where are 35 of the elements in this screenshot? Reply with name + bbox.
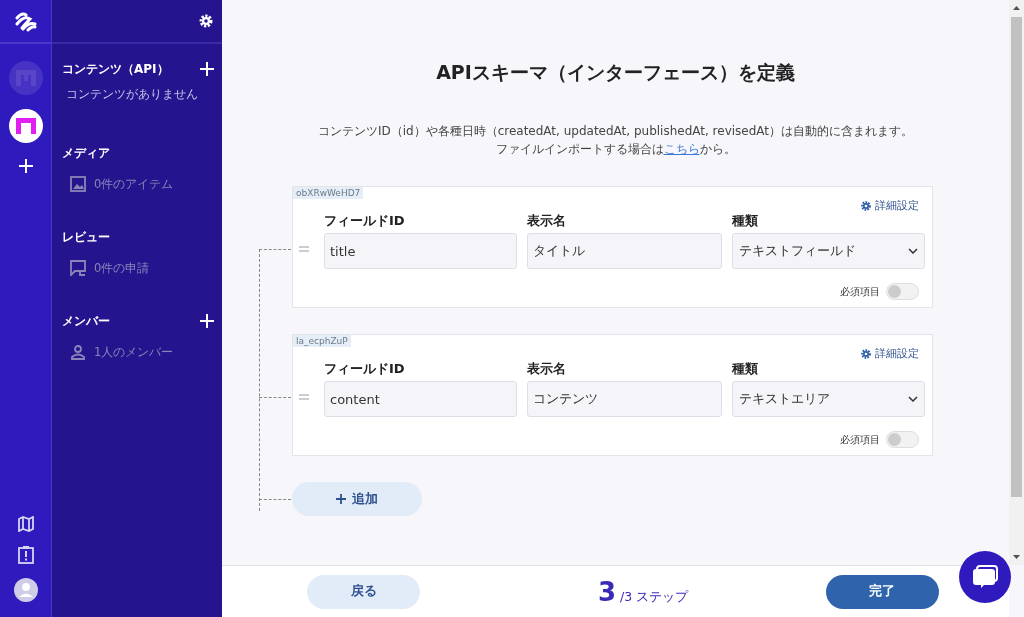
field-tag: obXRwWeHD7 <box>293 187 364 199</box>
back-button[interactable]: 戻る <box>307 574 420 609</box>
field-label: フィールドID <box>324 212 406 230</box>
section-title: コンテンツ（API） <box>62 60 169 78</box>
detail-settings-link[interactable]: 詳細設定 <box>860 198 919 213</box>
import-note: ファイルインポートする場合はこちらから。 <box>495 141 736 158</box>
type-dropdown[interactable]: テキストエリア <box>732 381 925 417</box>
detail-settings-link[interactable]: 詳細設定 <box>860 346 919 361</box>
sidebar-item[interactable]: 0件の申請 <box>62 246 214 276</box>
import-link[interactable]: こちら <box>663 142 700 156</box>
empty-message: コンテンツがありません <box>65 86 199 103</box>
field-label: 種類 <box>732 360 759 378</box>
page-title: APIスキーマ（インターフェース）を定義 <box>436 60 795 85</box>
sidebar-item[interactable]: 1人のメンバー <box>62 330 214 360</box>
section-title: レビュー <box>62 228 110 246</box>
field-id-input[interactable]: title <box>324 233 517 269</box>
display-name-input[interactable]: タイトル <box>527 233 722 269</box>
field-label: 表示名 <box>527 360 567 378</box>
required-label: 必須項目 <box>840 284 880 299</box>
done-button[interactable]: 完了 <box>826 574 939 609</box>
description-text: コンテンツID（id）や各種日時（createdAt, updatedAt, publishedAt, revisedAt）は自動的に含まれます。 <box>316 123 915 140</box>
section-title: メディア <box>62 144 110 162</box>
field-label: フィールドID <box>324 360 406 378</box>
type-dropdown[interactable]: テキストフィールド <box>732 233 925 269</box>
step-number: 3 <box>597 576 616 607</box>
step-total: /3 ステップ <box>619 588 689 606</box>
display-name-input[interactable]: コンテンツ <box>527 381 722 417</box>
section-title: メンバー <box>62 312 110 330</box>
field-label: 種類 <box>732 212 759 230</box>
field-label: 表示名 <box>527 212 567 230</box>
field-tag: la_ecphZuP <box>293 335 351 347</box>
sidebar-item[interactable]: 0件のアイテム <box>62 162 214 192</box>
field-id-input[interactable]: content <box>324 381 517 417</box>
add-field-button[interactable]: 追加 <box>292 482 422 516</box>
required-label: 必須項目 <box>840 432 880 447</box>
